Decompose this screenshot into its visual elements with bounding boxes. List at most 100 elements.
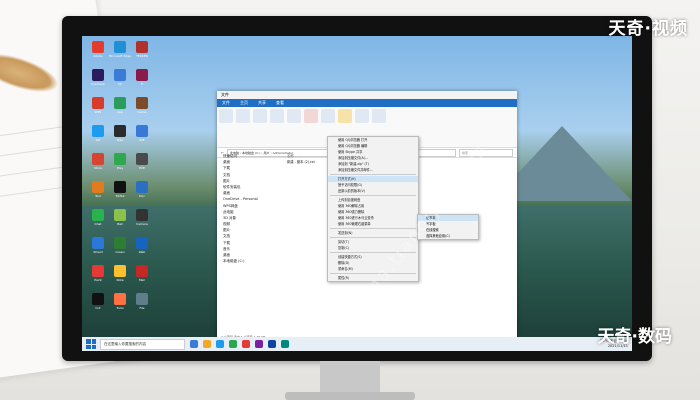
desktop-icon[interactable]: QQ <box>88 125 108 142</box>
select-icon[interactable] <box>372 109 386 123</box>
app-icon <box>136 153 148 165</box>
context-menu-item[interactable]: 添加到压缩文件并邮件... <box>328 167 418 173</box>
desktop-icon-label: Doc <box>139 194 145 198</box>
ribbon-tabs: 文件 主页 共享 查看 <box>217 99 517 107</box>
desktop-icon[interactable]: TEKKEN <box>132 41 152 58</box>
desktop-icon[interactable]: Bike <box>110 125 130 142</box>
taskbar-app-icon[interactable] <box>268 340 276 348</box>
tab-view[interactable]: 查看 <box>271 100 289 106</box>
app-icon <box>114 181 126 193</box>
app-icon <box>92 209 104 221</box>
desktop-icon[interactable]: TikTok <box>110 181 130 198</box>
desktop-icon[interactable]: Web <box>132 237 152 254</box>
app-icon <box>136 41 148 53</box>
desktop-icon-label: App <box>117 110 123 114</box>
app-icon <box>92 97 104 109</box>
desktop-icon-label: Cut <box>95 306 101 310</box>
desktop-icon[interactable]: Mi <box>110 69 130 86</box>
app-icon <box>136 293 148 305</box>
window-titlebar[interactable]: 文件 <box>217 91 517 99</box>
desktop-icon[interactable]: Adobe <box>88 41 108 58</box>
taskbar-app-icon[interactable] <box>281 340 289 348</box>
app-icon <box>92 181 104 193</box>
nav-item[interactable]: 本地磁盘 (C:) <box>217 258 282 264</box>
app-icon <box>92 69 104 81</box>
desktop-icon-label: Tool <box>95 194 101 198</box>
taskbar-search-input[interactable]: 在这里输入你要搜索的内容 <box>100 338 185 350</box>
taskbar-apps <box>185 340 289 348</box>
start-button[interactable] <box>86 339 96 349</box>
desktop-icon[interactable]: Tool <box>88 181 108 198</box>
desktop-icon-label: TEKKEN <box>136 54 148 58</box>
desktop-icon-label: Microsoft Edge <box>108 54 132 58</box>
desktop-icon[interactable]: Shield <box>88 237 108 254</box>
context-menu-item[interactable]: 使用 360管理右键菜单 <box>328 221 418 227</box>
app-icon <box>114 265 126 277</box>
watermark-top: 天奇·视频 <box>608 19 688 39</box>
taskbar-app-icon[interactable] <box>203 340 211 348</box>
desktop-icon[interactable]: WPS <box>88 97 108 114</box>
desktop-icon[interactable]: App <box>110 97 130 114</box>
desktop-icon-label: Game <box>137 110 147 114</box>
desktop-icon-label: Camera <box>136 222 148 226</box>
desktop-icon[interactable]: Note <box>110 265 130 282</box>
desktop-icon-label: Mi <box>118 82 122 86</box>
desktop-icon[interactable]: Microsoft Edge <box>108 41 132 58</box>
copy-icon[interactable] <box>236 109 250 123</box>
desktop-icon[interactable]: Tools <box>110 293 130 310</box>
app-icon <box>92 237 104 249</box>
pin-icon[interactable] <box>219 109 233 123</box>
app-icon <box>114 293 126 305</box>
tab-file[interactable]: 文件 <box>217 100 235 106</box>
navigation-pane: 快速访问 桌面 下载 文档 图片 软件安装包 桌面 OneDrive - Personal WP… <box>217 153 282 333</box>
desktop-icon[interactable]: EXE <box>132 153 152 170</box>
desktop-icon[interactable]: Premiere <box>88 69 108 86</box>
paste-icon[interactable] <box>253 109 267 123</box>
desktop-icon-label: EXE <box>139 166 145 170</box>
desktop-icon[interactable]: Fl <box>132 69 152 86</box>
app-icon <box>114 41 126 53</box>
desktop-icon-label: QQ <box>95 138 101 142</box>
desktop-icon-label: IDE <box>139 138 145 142</box>
desktop-icon-label: Note <box>116 278 124 282</box>
desktop-icon-label: Store <box>94 166 102 170</box>
move-icon[interactable] <box>287 109 301 123</box>
new-folder-icon[interactable] <box>338 109 352 123</box>
app-icon <box>92 293 104 305</box>
desktop-icon-label: Ball <box>117 222 123 226</box>
tab-share[interactable]: 共享 <box>253 100 271 106</box>
desktop-icon[interactable]: Paint <box>88 265 108 282</box>
menu-separator <box>330 228 416 229</box>
desktop-icon[interactable]: File <box>132 293 152 310</box>
properties-icon[interactable] <box>355 109 369 123</box>
app-icon <box>136 97 148 109</box>
cut-icon[interactable] <box>270 109 284 123</box>
desktop-icon[interactable]: Ball <box>110 209 130 226</box>
desktop-icon[interactable]: Game <box>132 97 152 114</box>
taskbar-app-icon[interactable] <box>242 340 250 348</box>
taskbar-app-icon[interactable] <box>190 340 198 348</box>
desktop-icon-label: File <box>139 306 145 310</box>
app-icon <box>92 41 104 53</box>
taskbar-app-icon[interactable] <box>255 340 263 348</box>
desktop-icon-label: Paint <box>94 278 102 282</box>
desktop-icon[interactable]: Cut <box>88 293 108 310</box>
taskbar-app-icon[interactable] <box>216 340 224 348</box>
delete-icon[interactable] <box>304 109 318 123</box>
rename-icon[interactable] <box>321 109 335 123</box>
desktop-icon[interactable]: Play <box>110 153 130 170</box>
desktop-icon-label: TikTok <box>115 194 125 198</box>
tab-home[interactable]: 主页 <box>235 100 253 106</box>
desktop-icon[interactable]: Camera <box>132 209 152 226</box>
desktop-icon[interactable]: Green <box>110 237 130 254</box>
desktop-icon-label: Mail <box>138 278 146 282</box>
app-icon <box>136 69 148 81</box>
context-menu-item[interactable]: 还原以前的版本(V) <box>328 188 418 194</box>
desktop-icon[interactable]: Mail <box>132 265 152 282</box>
desktop-icon[interactable]: Chat <box>88 209 108 226</box>
desktop-icon[interactable]: IDE <box>132 125 152 142</box>
desktop-icon-label: Premiere <box>91 82 105 86</box>
desktop-icon[interactable]: Store <box>88 153 108 170</box>
taskbar-app-icon[interactable] <box>229 340 237 348</box>
desktop-icon[interactable]: Doc <box>132 181 152 198</box>
